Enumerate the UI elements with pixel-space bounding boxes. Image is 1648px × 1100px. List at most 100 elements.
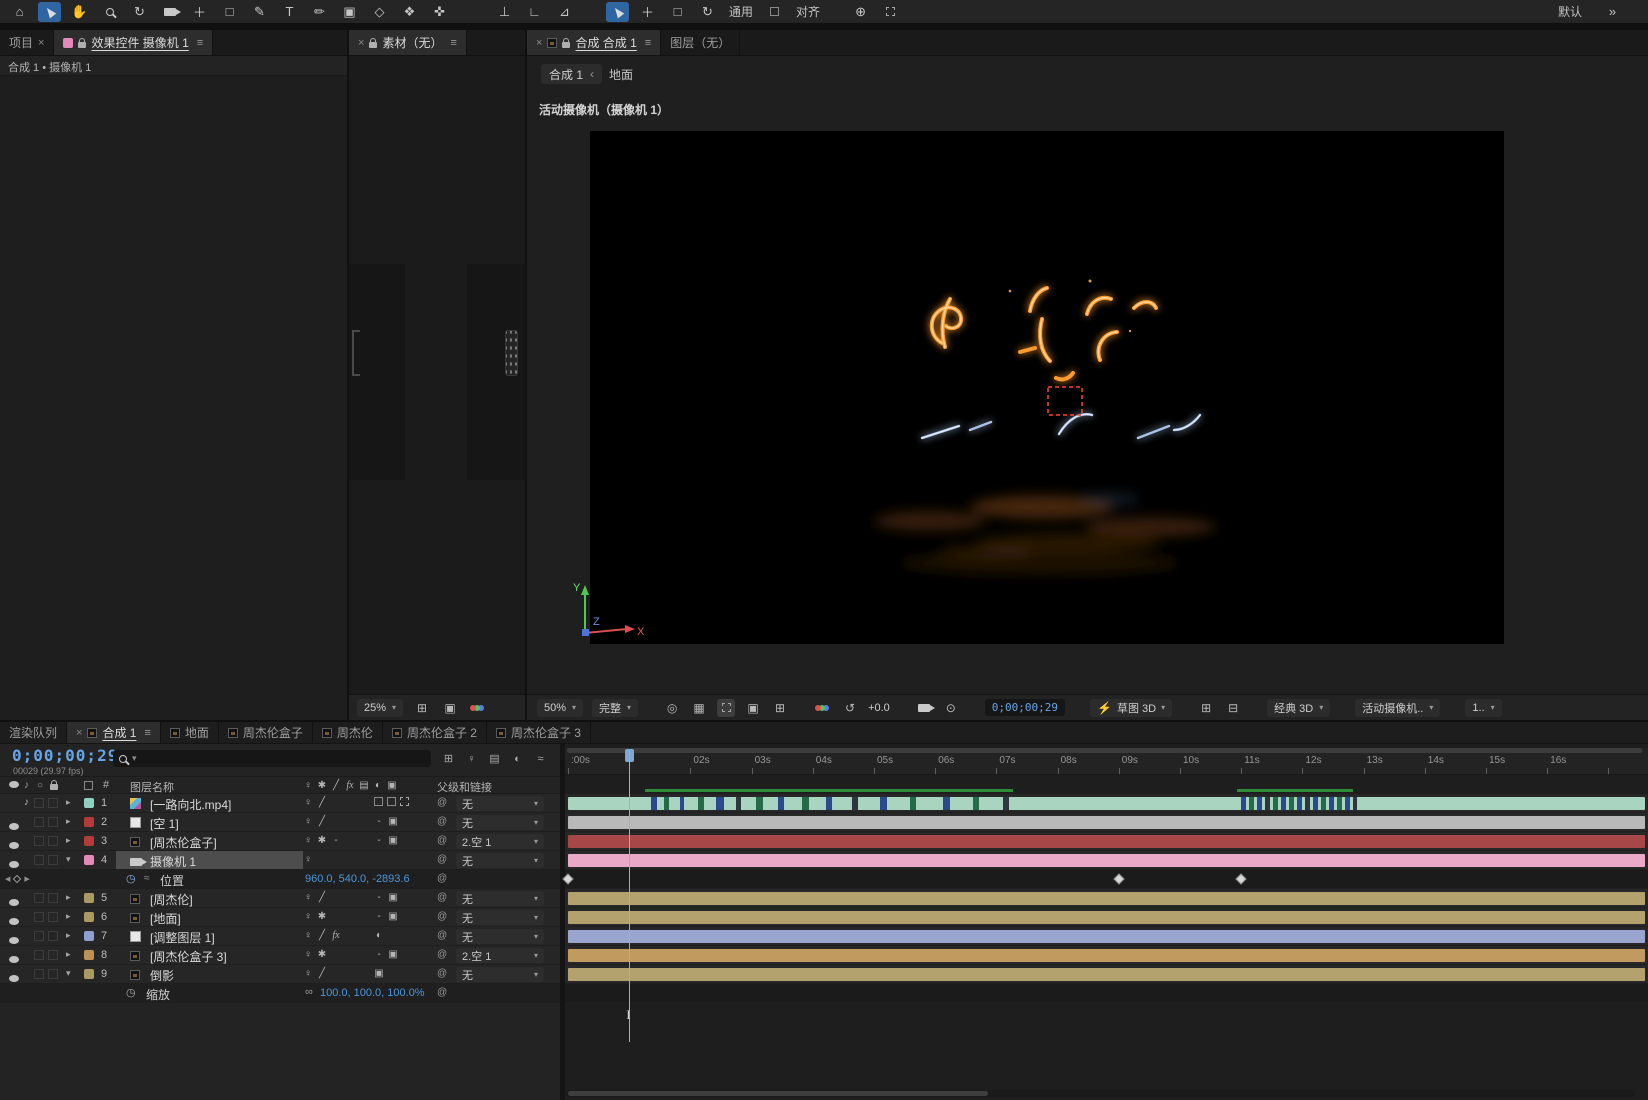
twirl-arrow[interactable]: ▸ <box>66 835 71 846</box>
switch-shy-icon[interactable]: ♀ <box>303 930 313 941</box>
layer-name[interactable]: [周杰伦盒子] <box>150 834 217 851</box>
switch-sun-icon[interactable]: ✱ <box>317 911 327 922</box>
previous-keyframe-icon[interactable]: ◀ <box>5 875 10 883</box>
keyframe-diamond[interactable] <box>1113 873 1124 884</box>
switch-cube-icon[interactable]: ▣ <box>388 835 398 846</box>
parent-pick-whip-icon[interactable]: @ <box>437 911 447 922</box>
close-icon[interactable]: × <box>76 727 82 739</box>
property-row[interactable]: ◀▶◷≈位置960.0, 540.0, -2893.6@ <box>0 870 560 889</box>
tab-composition[interactable]: × 合成 合成 1 ≡ <box>527 30 661 55</box>
keyframe-navigator[interactable]: ◀▶ <box>5 875 30 883</box>
layer-name[interactable]: [周杰伦盒子 3] <box>150 948 227 965</box>
layer-row[interactable]: ▸6[地面]♀✱-▣@无▾ <box>0 908 560 927</box>
lock-cell[interactable] <box>48 855 58 865</box>
close-icon[interactable]: × <box>38 37 44 49</box>
timeline-tab[interactable]: 地面 <box>161 722 219 743</box>
work-area-bar[interactable] <box>567 748 1642 753</box>
label-color-swatch[interactable] <box>84 912 94 922</box>
label-color-swatch[interactable] <box>84 855 94 865</box>
switch-shy-icon[interactable]: ♀ <box>303 968 313 979</box>
panel-menu-icon[interactable]: ≡ <box>197 37 203 49</box>
switch-slash-icon[interactable]: ╱ <box>317 816 327 827</box>
label-color-swatch[interactable] <box>84 798 94 808</box>
grid-guides-icon[interactable]: ⊞ <box>771 699 789 717</box>
layer-row[interactable]: ▸3[周杰伦盒子]♀✱--▣@2.空 1▾ <box>0 832 560 851</box>
region-of-interest-icon[interactable]: ▣ <box>441 699 459 717</box>
motion-target-icon[interactable]: ⊕ <box>849 2 872 22</box>
target-region-icon[interactable]: ◎ <box>663 699 681 717</box>
switch-box-icon[interactable] <box>387 797 396 806</box>
layer-duration-bar[interactable] <box>568 949 1645 962</box>
solo-cell[interactable] <box>34 817 44 827</box>
layer-name[interactable]: [周杰伦] <box>150 891 193 908</box>
twirl-arrow[interactable]: ▾ <box>66 854 71 865</box>
switch-fx-icon[interactable]: fx <box>345 780 355 791</box>
parent-select[interactable]: 无▾ <box>456 967 544 982</box>
next-keyframe-icon[interactable]: ▶ <box>24 875 29 883</box>
graph-icon[interactable]: ≈ <box>144 873 150 884</box>
close-icon[interactable]: × <box>536 37 542 49</box>
world-axis-mode-icon[interactable]: ∟ <box>523 2 546 22</box>
snapshot-icon[interactable] <box>915 699 933 717</box>
switch-slash-icon[interactable]: ╱ <box>317 797 327 808</box>
parent-pick-whip-icon[interactable]: @ <box>437 835 447 846</box>
add-keyframe-icon[interactable] <box>13 875 21 883</box>
scrollbar-thumb[interactable] <box>568 1091 988 1096</box>
parent-select[interactable]: 2.空 1▾ <box>456 834 544 849</box>
solo-cell[interactable] <box>34 931 44 941</box>
clone-stamp-tool[interactable]: ▣ <box>338 2 361 22</box>
solo-cell[interactable] <box>34 912 44 922</box>
layer-name[interactable]: [地面] <box>150 910 181 927</box>
switch-sun-icon[interactable]: ✱ <box>317 780 327 791</box>
pick-whip-icon[interactable]: @ <box>437 873 447 884</box>
mask-box-icon[interactable]: □ <box>666 2 689 22</box>
label-color-swatch[interactable] <box>84 836 94 846</box>
twirl-arrow[interactable]: ▾ <box>66 968 71 979</box>
add-vertex-icon[interactable]: ＋ <box>636 2 659 22</box>
visibility-toggle[interactable] <box>9 838 19 852</box>
switch-slash-icon[interactable]: ╱ <box>317 930 327 941</box>
switch-shy-icon[interactable]: ♀ <box>303 949 313 960</box>
layer-name[interactable]: [空 1] <box>150 815 179 832</box>
property-value[interactable]: 100.0, 100.0, 100.0% <box>320 987 425 999</box>
exposure-value[interactable]: +0.0 <box>868 702 890 714</box>
layer-duration-bar[interactable] <box>568 930 1645 943</box>
twirl-arrow[interactable]: ▸ <box>66 911 71 922</box>
stopwatch-icon[interactable]: ◷ <box>126 986 136 999</box>
visibility-toggle[interactable] <box>9 952 19 966</box>
switch-slash-icon[interactable]: ╱ <box>317 892 327 903</box>
constrain-proportions-icon[interactable]: ∞ <box>305 986 313 998</box>
keyframe-diamond[interactable] <box>1236 873 1247 884</box>
draft-region-icon[interactable] <box>879 2 902 22</box>
zoom-tool[interactable] <box>98 2 121 22</box>
view-layout-icon[interactable]: ⊞ <box>1197 699 1215 717</box>
home-icon[interactable]: ⌂ <box>8 2 31 22</box>
resolution-select[interactable]: 完整 ▾ <box>592 699 638 717</box>
parent-pick-whip-icon[interactable]: @ <box>437 892 447 903</box>
layer-row[interactable]: ▸7[调整图层 1]♀╱fx◐@无▾ <box>0 927 560 946</box>
footage-magnification-select[interactable]: 25% ▾ <box>357 699 403 717</box>
timeline-tab[interactable]: 周杰伦盒子 3 <box>487 722 591 743</box>
parent-select[interactable]: 无▾ <box>456 853 544 868</box>
layer-duration-bar[interactable] <box>568 854 1645 867</box>
layer-duration-bar[interactable] <box>568 835 1645 848</box>
workspace-more-icon[interactable]: » <box>1601 2 1624 22</box>
twirl-arrow[interactable]: ▸ <box>66 816 71 827</box>
camera-tool[interactable] <box>158 2 181 22</box>
parent-select[interactable]: 无▾ <box>456 929 544 944</box>
parent-column-header[interactable]: 父级和链接 <box>437 779 492 795</box>
parent-pick-whip-icon[interactable]: @ <box>437 930 447 941</box>
lock-cell[interactable] <box>48 817 58 827</box>
view-count-select[interactable]: 1.. ▾ <box>1465 699 1501 717</box>
visibility-toggle[interactable] <box>9 971 19 985</box>
parent-select[interactable]: 无▾ <box>456 891 544 906</box>
switch-sun-icon[interactable]: ✱ <box>317 835 327 846</box>
hand-tool[interactable]: ✋ <box>68 2 91 22</box>
property-name[interactable]: 缩放 <box>146 986 170 1003</box>
switch-dash-icon[interactable]: - <box>374 911 384 922</box>
panel-drag-handle[interactable] <box>505 330 518 376</box>
parent-pick-whip-icon[interactable]: @ <box>437 854 447 865</box>
switch-dash-icon[interactable]: - <box>374 835 384 846</box>
orbit-camera-tool[interactable]: ↻ <box>128 2 151 22</box>
layer-name[interactable]: [调整图层 1] <box>150 929 215 946</box>
